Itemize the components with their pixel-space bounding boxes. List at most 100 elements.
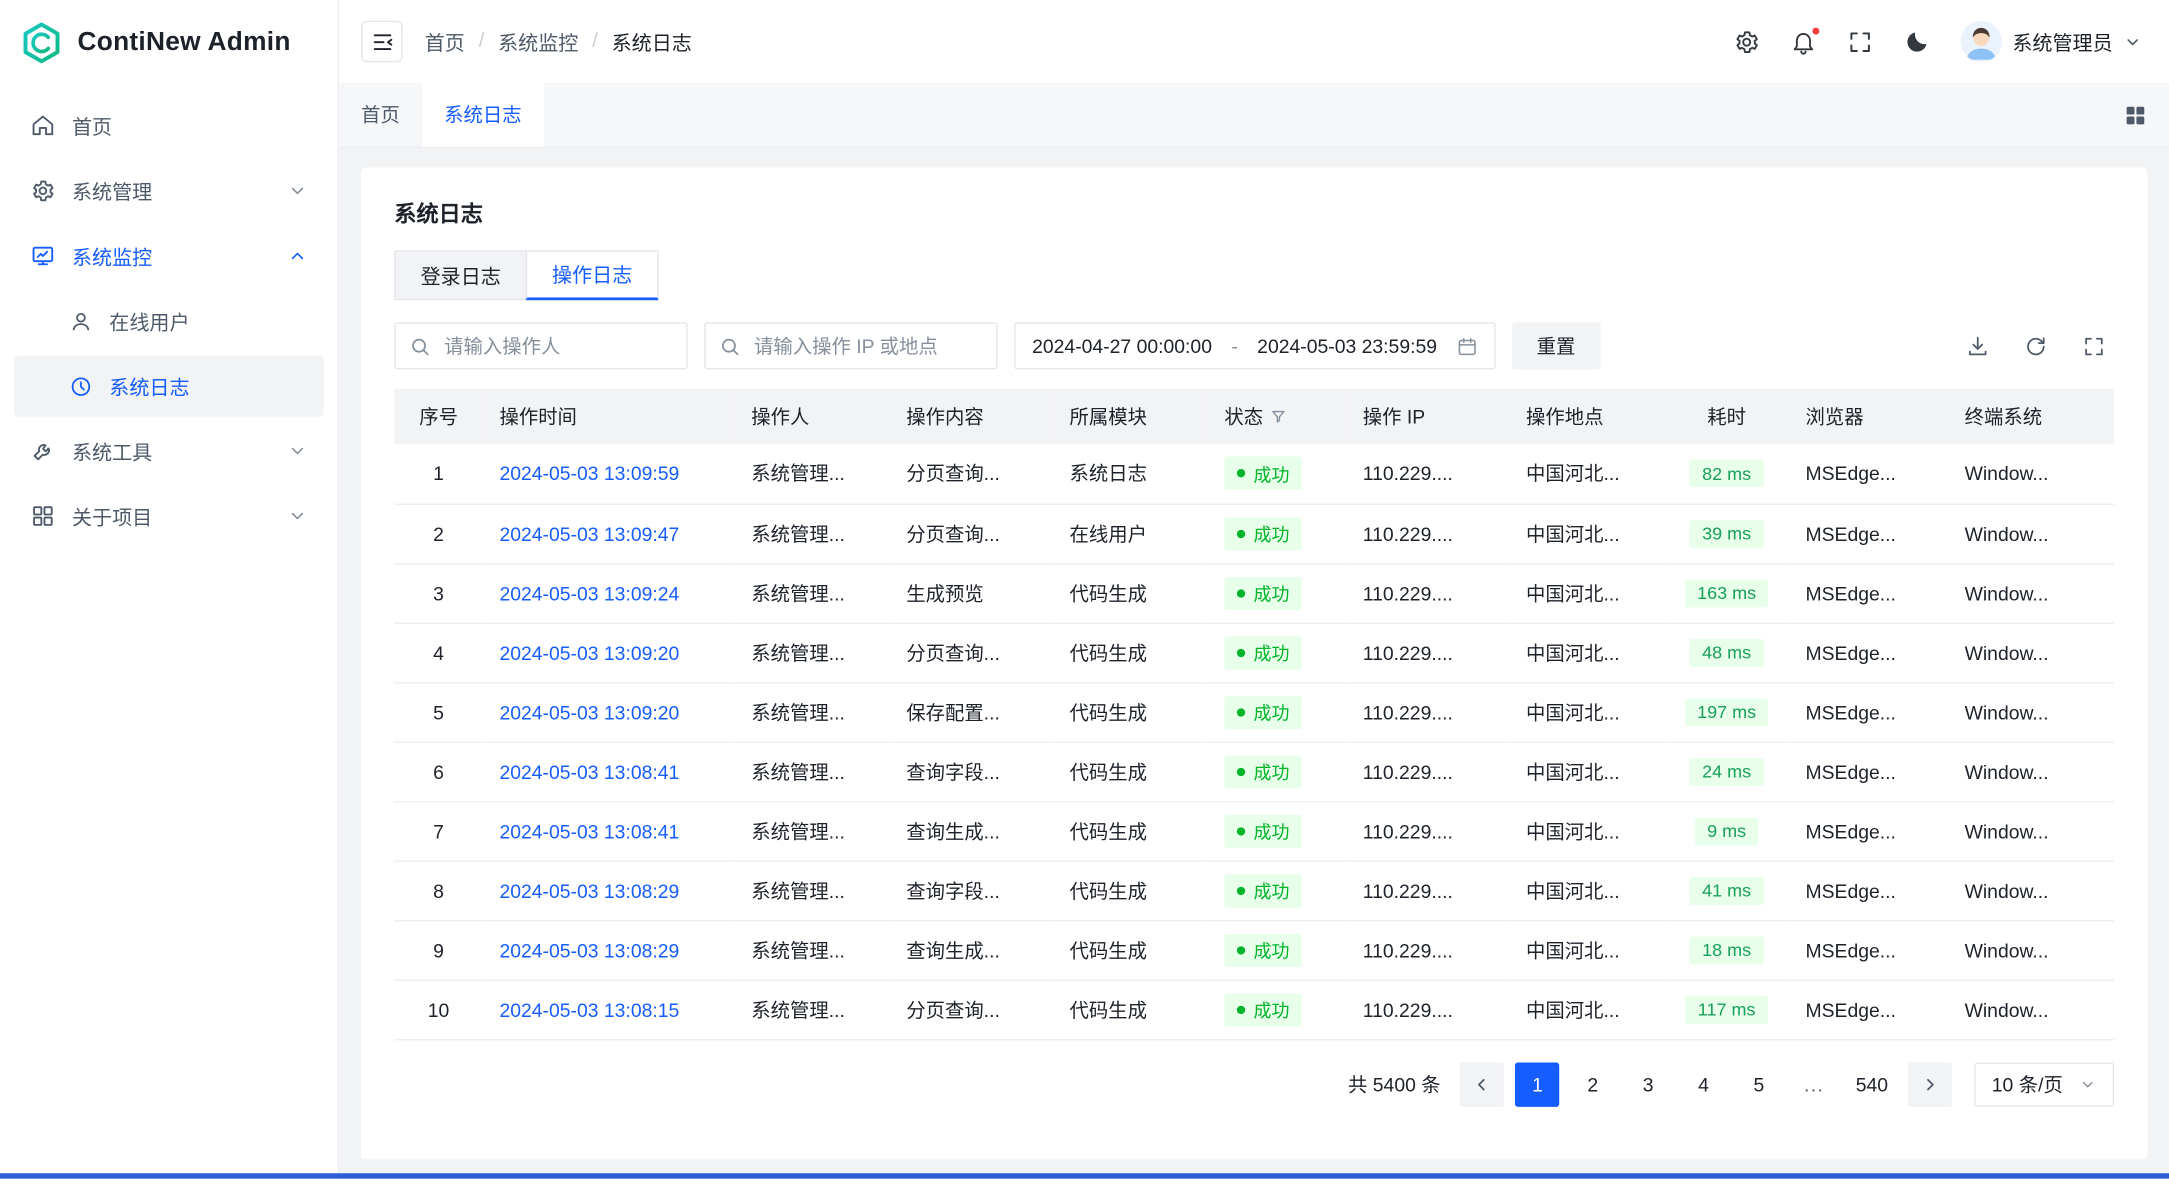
cell-content: 分页查询... [890,623,1053,682]
cell-browser: MSEdge... [1789,444,1948,503]
next-page-button[interactable] [1907,1062,1951,1106]
time-link[interactable]: 2024-05-03 13:08:29 [499,879,679,901]
page-button[interactable]: 5 [1737,1062,1781,1106]
cell-time: 2024-05-03 13:08:29 [483,861,735,920]
cell-content: 生成预览 [890,563,1053,622]
status-badge: 成功 [1224,576,1301,609]
page-button[interactable]: 3 [1626,1062,1670,1106]
ip-search-input[interactable] [751,333,982,358]
fullscreen-button[interactable] [1846,28,1872,54]
apps-grid-icon[interactable] [2102,83,2169,147]
time-link[interactable]: 2024-05-03 13:09:59 [499,462,679,484]
menu-collapse-button[interactable] [361,21,403,63]
sidebar-item-system-monitoring[interactable]: 系统监控 [14,226,324,287]
cell-no: 9 [394,920,483,979]
tab-home[interactable]: 首页 [339,83,422,147]
page-ellipsis-button[interactable]: ... [1792,1062,1836,1106]
sidebar-item-home[interactable]: 首页 [14,95,324,156]
tab-login-logs[interactable]: 登录日志 [394,250,527,300]
tab-system-logs[interactable]: 系统日志 [422,83,544,147]
time-link[interactable]: 2024-05-03 13:08:15 [499,998,679,1020]
pagination-total: 共 5400 条 [1348,1070,1441,1098]
system-logs-card: 系统日志 登录日志 操作日志 [361,167,2147,1159]
user-menu[interactable]: 系统管理员 [1960,21,2142,63]
cell-location: 中国河北... [1509,861,1664,920]
breadcrumb-home[interactable]: 首页 [425,27,465,56]
cell-duration: 82 ms [1664,444,1789,503]
cell-duration: 18 ms [1664,920,1789,979]
log-table-body: 12024-05-03 13:09:59系统管理...分页查询...系统日志成功… [394,444,2114,1039]
col-ip: 操作 IP [1346,389,1509,444]
page-size-select[interactable]: 10 条/页 [1974,1062,2114,1106]
time-link[interactable]: 2024-05-03 13:09:20 [499,641,679,663]
breadcrumb-system-monitoring[interactable]: 系统监控 [498,27,578,56]
table-row: 52024-05-03 13:09:20系统管理...保存配置...代码生成成功… [394,682,2114,741]
table-header-row: 序号 操作时间 操作人 操作内容 所属模块 状态 [394,389,2114,444]
reset-button[interactable]: 重置 [1512,322,1601,369]
cell-ip: 110.229.... [1346,682,1509,741]
filter-funnel-icon[interactable] [1270,408,1287,425]
sidebar-item-label: 系统监控 [72,241,152,270]
chevron-down-icon [288,181,307,200]
operator-search-input[interactable] [441,333,672,358]
notifications-button[interactable] [1790,28,1816,54]
status-dot [1237,589,1245,597]
settings-button[interactable] [1733,28,1759,54]
tab-operation-logs[interactable]: 操作日志 [526,250,659,300]
status-badge: 成功 [1224,814,1301,847]
expand-button[interactable] [2073,325,2115,367]
download-button[interactable] [1956,325,1998,367]
time-link[interactable]: 2024-05-03 13:08:41 [499,760,679,782]
status-dot [1237,708,1245,716]
page-button[interactable]: 1 [1515,1062,1559,1106]
page-button[interactable]: 4 [1681,1062,1725,1106]
page-size-value: 10 条/页 [1992,1070,2063,1098]
time-link[interactable]: 2024-05-03 13:08:29 [499,939,679,961]
time-link[interactable]: 2024-05-03 13:09:47 [499,522,679,544]
log-table: 序号 操作时间 操作人 操作内容 所属模块 状态 [394,389,2114,1040]
refresh-button[interactable] [2014,325,2056,367]
sidebar-item-system-tools[interactable]: 系统工具 [14,421,324,482]
cell-module: 代码生成 [1053,920,1208,979]
sidebar-item-system-management[interactable]: 系统管理 [14,160,324,221]
cell-browser: MSEdge... [1789,801,1948,860]
time-link[interactable]: 2024-05-03 13:09:20 [499,701,679,723]
status-dot [1237,946,1245,954]
cell-module: 代码生成 [1053,801,1208,860]
prev-page-button[interactable] [1460,1062,1504,1106]
sidebar: ContiNew Admin 首页 系统管理 [0,0,339,1179]
time-link[interactable]: 2024-05-03 13:08:41 [499,820,679,842]
duration-badge: 163 ms [1685,579,1769,607]
cell-ip: 110.229.... [1346,801,1509,860]
status-dot [1237,827,1245,835]
content: 系统日志 登录日志 操作日志 [339,148,2169,1179]
time-link[interactable]: 2024-05-03 13:09:24 [499,582,679,604]
duration-badge: 18 ms [1690,936,1764,964]
cell-duration: 163 ms [1664,563,1789,622]
cell-os: Window... [1948,563,2114,622]
cell-os: Window... [1948,742,2114,801]
page-button[interactable]: 2 [1571,1062,1615,1106]
app-logo[interactable]: ContiNew Admin [0,0,338,86]
duration-badge: 197 ms [1685,698,1769,726]
cell-content: 分页查询... [890,444,1053,503]
dark-mode-toggle[interactable] [1903,28,1929,54]
page-button[interactable]: 540 [1847,1062,1896,1106]
cell-ip: 110.229.... [1346,623,1509,682]
date-range-picker[interactable]: 2024-04-27 00:00:00 - 2024-05-03 23:59:5… [1014,322,1495,369]
sidebar-item-label: 系统工具 [72,437,152,466]
sidebar-item-about-project[interactable]: 关于项目 [14,486,324,547]
app-title: ContiNew Admin [77,28,290,58]
cell-duration: 197 ms [1664,682,1789,741]
cell-operator: 系统管理... [735,563,890,622]
cell-browser: MSEdge... [1789,563,1948,622]
cell-ip: 110.229.... [1346,563,1509,622]
gear-icon [30,178,55,203]
cell-content: 查询生成... [890,801,1053,860]
breadcrumb: 首页 / 系统监控 / 系统日志 [425,27,692,56]
sidebar-item-online-users[interactable]: 在线用户 [14,291,324,352]
status-dot [1237,886,1245,894]
avatar [1960,21,2002,63]
sidebar-item-system-logs[interactable]: 系统日志 [14,356,324,417]
table-row: 82024-05-03 13:08:29系统管理...查询字段...代码生成成功… [394,861,2114,920]
